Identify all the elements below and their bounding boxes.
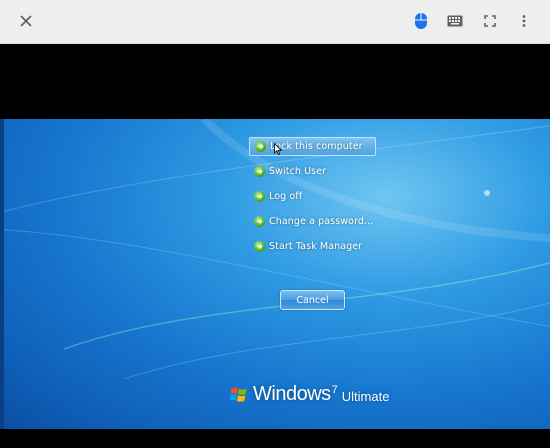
remote-screen[interactable]: Lock this computer Switch User Log off C… <box>4 119 550 429</box>
menu-item-change-password[interactable]: Change a password... <box>249 212 389 231</box>
menu-item-label: Switch User <box>269 166 327 177</box>
keyboard-button[interactable] <box>441 7 469 35</box>
arrow-right-icon <box>254 241 265 252</box>
mouse-mode-button[interactable] <box>407 7 435 35</box>
security-options-menu: Lock this computer Switch User Log off C… <box>249 137 389 262</box>
menu-item-label: Lock this computer <box>270 141 363 152</box>
viewer-toolbar <box>0 0 550 44</box>
fullscreen-button[interactable] <box>476 7 504 35</box>
menu-item-task-manager[interactable]: Start Task Manager <box>249 237 389 256</box>
arrow-right-icon <box>254 216 265 227</box>
menu-item-lock[interactable]: Lock this computer <box>249 137 376 156</box>
fullscreen-icon <box>484 15 496 27</box>
arrow-right-icon <box>254 191 265 202</box>
mouse-pointer-icon <box>274 143 282 155</box>
brand-edition: Ultimate <box>341 389 390 404</box>
more-options-button[interactable] <box>510 7 538 35</box>
keyboard-icon <box>447 15 463 27</box>
arrow-right-icon <box>255 141 266 152</box>
menu-item-label: Start Task Manager <box>269 241 363 252</box>
more-vert-icon <box>522 15 526 27</box>
mouse-icon <box>415 13 427 29</box>
menu-item-label: Change a password... <box>269 216 374 227</box>
windows-logo-icon <box>230 387 247 402</box>
menu-item-switch-user[interactable]: Switch User <box>249 162 389 181</box>
brand-version: 7 <box>331 383 338 396</box>
close-icon <box>20 15 32 27</box>
close-button[interactable] <box>12 7 40 35</box>
brand-name: Windows <box>253 383 331 405</box>
windows-branding: Windows 7 Ultimate <box>230 383 389 406</box>
menu-item-log-off[interactable]: Log off <box>249 187 389 206</box>
arrow-right-icon <box>254 166 265 177</box>
menu-item-label: Log off <box>269 191 303 202</box>
cancel-button[interactable]: Cancel <box>280 290 345 310</box>
